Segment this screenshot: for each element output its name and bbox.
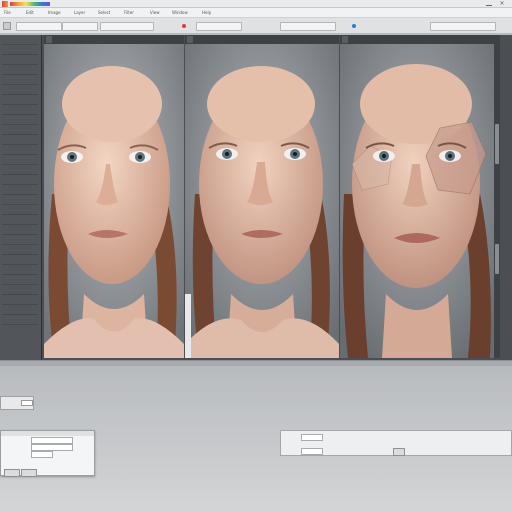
layers-panel-row[interactable] — [2, 259, 38, 265]
dialog-right-button[interactable] — [393, 448, 405, 456]
layers-panel-row[interactable] — [2, 309, 38, 315]
layers-panel-row[interactable] — [2, 269, 38, 275]
layers-panel-row[interactable] — [2, 109, 38, 115]
layers-panel-row[interactable] — [2, 209, 38, 215]
vertical-scrollbar[interactable] — [494, 44, 500, 358]
layers-panel-row[interactable] — [2, 99, 38, 105]
layers-panel-row[interactable] — [2, 249, 38, 255]
menu-item-select[interactable]: Select — [98, 10, 110, 16]
tool-preset-icon[interactable] — [3, 22, 11, 30]
document-tab-2[interactable] — [187, 36, 193, 43]
layers-panel-row[interactable] — [2, 239, 38, 245]
layers-panel — [0, 35, 42, 360]
dialog-left-cancel-button[interactable] — [21, 469, 37, 477]
color-swatch-strip — [10, 2, 50, 6]
scrollbar-marker — [495, 244, 499, 274]
menu-item-filter[interactable]: Filter — [124, 10, 134, 16]
layers-panel-row[interactable] — [2, 69, 38, 75]
layers-panel-row[interactable] — [2, 159, 38, 165]
menu-item-image[interactable]: Image — [48, 10, 61, 16]
option-field-6[interactable] — [430, 22, 496, 31]
dialog-right — [280, 430, 512, 456]
dialog-right-field-2[interactable] — [301, 448, 323, 455]
document-tab-1[interactable] — [46, 36, 52, 43]
close-icon[interactable]: × — [498, 1, 506, 7]
status-bar — [0, 360, 512, 366]
layers-panel-row[interactable] — [2, 279, 38, 285]
option-field-4[interactable] — [196, 22, 242, 31]
document-tab-3[interactable] — [342, 36, 348, 43]
option-field-3[interactable] — [100, 22, 154, 31]
layers-panel-row[interactable] — [2, 289, 38, 295]
dialog-left-ok-button[interactable] — [4, 469, 20, 477]
dialog-left-field-1[interactable] — [31, 437, 73, 444]
layers-panel-row[interactable] — [2, 169, 38, 175]
layers-panel-row[interactable] — [2, 79, 38, 85]
portrait-image-2 — [185, 44, 339, 358]
menu-item-window[interactable]: Window — [172, 10, 188, 16]
option-field-1[interactable] — [16, 22, 62, 31]
info-box — [0, 396, 34, 410]
dialog-left-header — [1, 431, 94, 436]
layers-panel-row[interactable] — [2, 299, 38, 305]
portrait-image-3 — [340, 44, 494, 358]
layers-panel-row[interactable] — [2, 59, 38, 65]
app-logo-icon — [2, 1, 8, 7]
title-bar: × — [0, 0, 512, 8]
dialog-left — [0, 430, 95, 477]
layers-panel-row[interactable] — [2, 89, 38, 95]
layers-panel-row[interactable] — [2, 129, 38, 135]
dialog-left-field-3[interactable] — [31, 451, 53, 458]
options-bar — [0, 18, 512, 34]
dialog-right-field-1[interactable] — [301, 434, 323, 441]
layers-panel-row[interactable] — [2, 119, 38, 125]
menu-item-edit[interactable]: Edit — [26, 10, 34, 16]
layers-panel-row[interactable] — [2, 189, 38, 195]
dialog-left-field-2[interactable] — [31, 444, 73, 451]
layers-panel-row[interactable] — [2, 139, 38, 145]
menu-item-help[interactable]: Help — [202, 10, 211, 16]
layers-panel-row[interactable] — [2, 39, 38, 45]
layers-panel-row[interactable] — [2, 149, 38, 155]
document-canvas-1[interactable] — [44, 44, 184, 358]
info-field[interactable] — [21, 400, 33, 406]
layers-panel-row[interactable] — [2, 49, 38, 55]
document-canvas-2[interactable] — [185, 44, 339, 358]
layers-panel-row[interactable] — [2, 219, 38, 225]
layers-panel-row[interactable] — [2, 229, 38, 235]
layers-panel-row[interactable] — [2, 179, 38, 185]
option-field-5[interactable] — [280, 22, 336, 31]
accent-indicator-blue — [352, 24, 356, 28]
menu-item-view[interactable]: View — [150, 10, 160, 16]
option-field-2[interactable] — [62, 22, 98, 31]
portrait-image-1 — [44, 44, 184, 358]
minimize-icon[interactable] — [486, 2, 492, 6]
scrollbar-thumb[interactable] — [495, 124, 499, 164]
document-canvas-3[interactable] — [340, 44, 494, 358]
menu-item-layer[interactable]: Layer — [74, 10, 85, 16]
menu-bar: File Edit Image Layer Select Filter View… — [0, 8, 512, 18]
layers-panel-row[interactable] — [2, 319, 38, 325]
layers-panel-row[interactable] — [2, 199, 38, 205]
accent-indicator-red — [182, 24, 186, 28]
menu-item-file[interactable]: File — [4, 10, 11, 16]
